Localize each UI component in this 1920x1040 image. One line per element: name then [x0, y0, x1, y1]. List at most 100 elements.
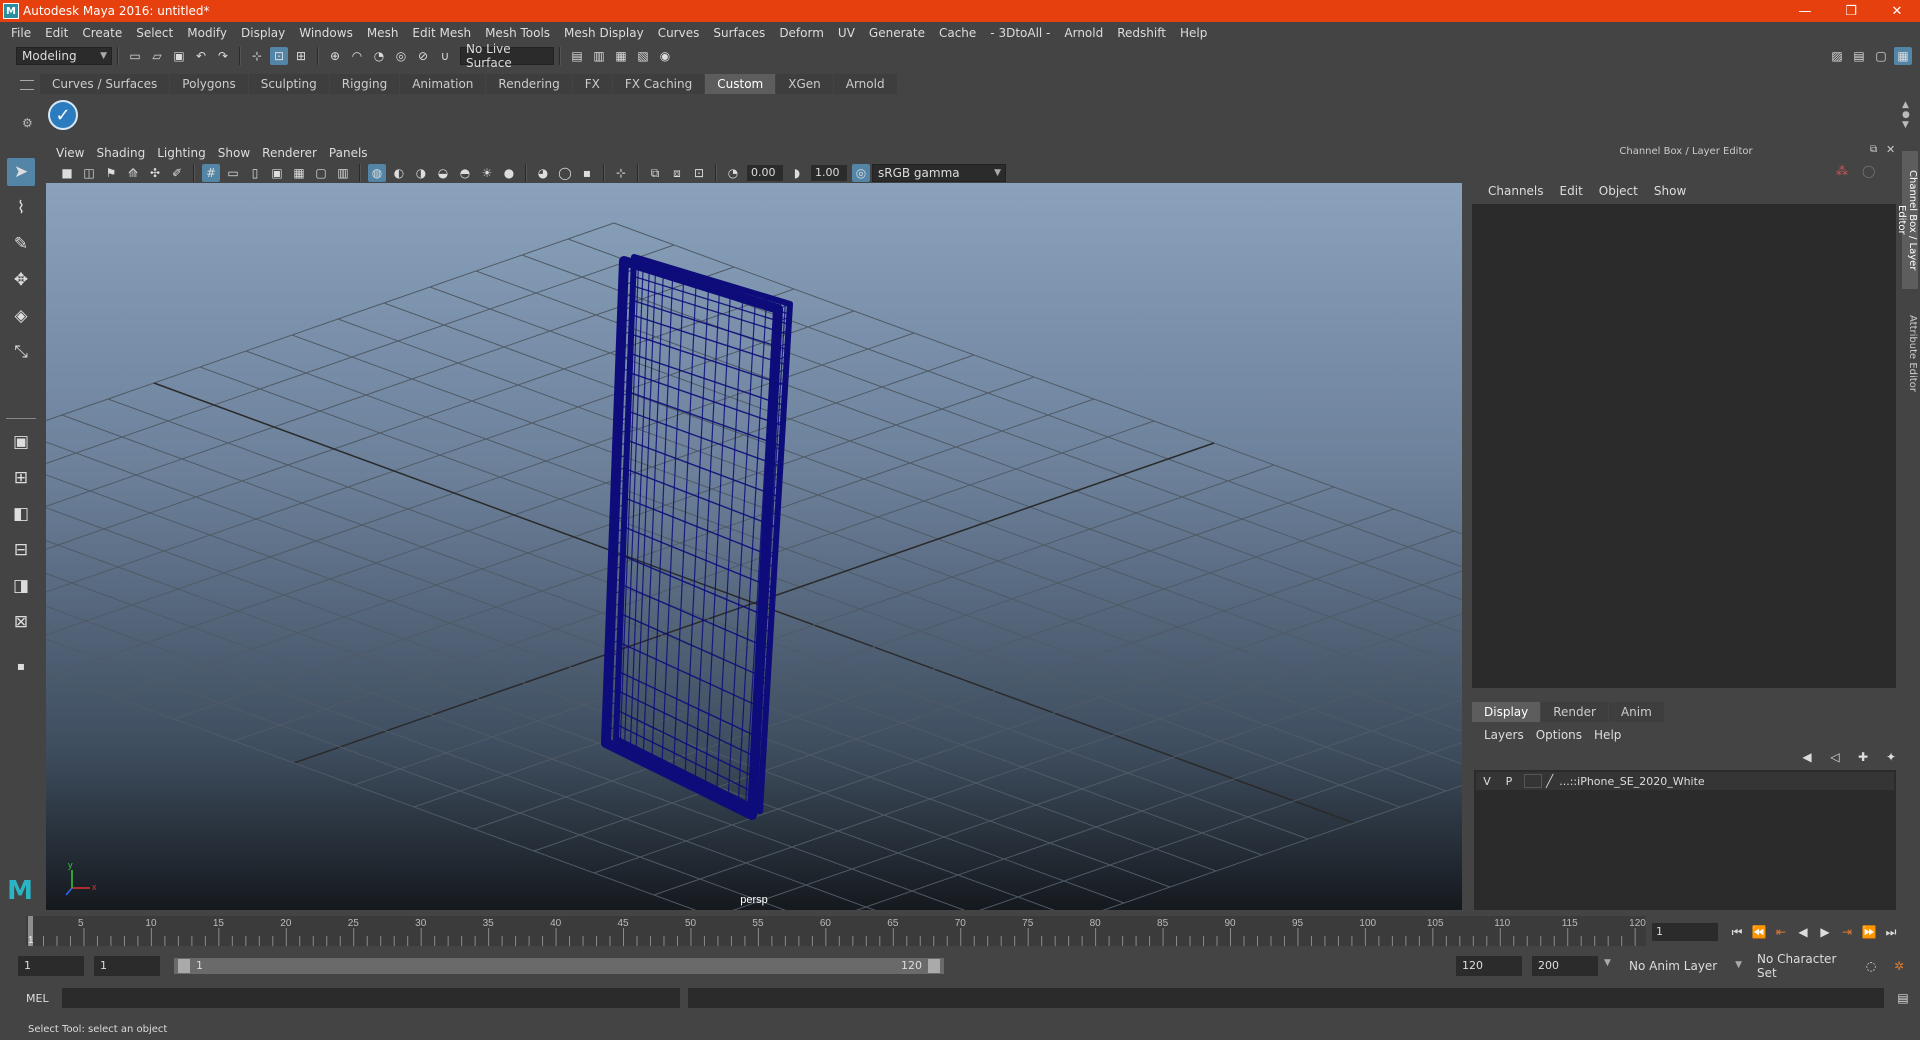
menu-windows[interactable]: Windows: [292, 26, 360, 40]
channel-menu-object[interactable]: Object: [1591, 184, 1646, 198]
animation-start-field[interactable]: 1: [18, 956, 84, 976]
grid-toggle-icon[interactable]: #: [202, 164, 220, 182]
layer-menu-help[interactable]: Help: [1588, 728, 1627, 742]
wireframe-icon[interactable]: ◍: [368, 164, 386, 182]
panel-menu-lighting[interactable]: Lighting: [151, 146, 212, 160]
current-frame-field[interactable]: 1: [1652, 923, 1718, 941]
channel-menu-show[interactable]: Show: [1646, 184, 1694, 198]
playback-end-field[interactable]: 120: [1456, 956, 1522, 976]
step-forward-key-icon[interactable]: ⏩: [1858, 925, 1880, 939]
menu-deform[interactable]: Deform: [772, 26, 831, 40]
ambient-occlusion-icon[interactable]: ●: [500, 164, 518, 182]
shelf-tab-custom[interactable]: Custom: [705, 74, 776, 94]
menu-select[interactable]: Select: [129, 26, 180, 40]
hypershade-icon[interactable]: ◉: [656, 47, 674, 65]
menu-help[interactable]: Help: [1173, 26, 1214, 40]
layer-tab-anim[interactable]: Anim: [1608, 702, 1664, 722]
play-forward-icon[interactable]: ▶: [1814, 925, 1836, 939]
two-d-pan-icon[interactable]: ✣: [146, 164, 164, 182]
render-frame-icon[interactable]: ▥: [590, 47, 608, 65]
ipr-render-icon[interactable]: ▦: [612, 47, 630, 65]
camera-attributes-icon[interactable]: ◫: [80, 164, 98, 182]
menu-redshift[interactable]: Redshift: [1110, 26, 1173, 40]
snap-curve-icon[interactable]: ◠: [348, 47, 366, 65]
minimize-button[interactable]: —: [1782, 0, 1828, 22]
shelf-tab-curves-surfaces[interactable]: Curves / Surfaces: [40, 74, 170, 94]
live-surface-field[interactable]: No Live Surface: [460, 42, 554, 70]
gate-mask-icon[interactable]: ▣: [268, 164, 286, 182]
layer-color-swatch[interactable]: [1524, 774, 1542, 788]
persp-graph-icon[interactable]: ⊟: [7, 536, 35, 564]
auto-key-icon[interactable]: ◌: [1862, 957, 1880, 975]
go-to-start-icon[interactable]: ⏮: [1726, 925, 1748, 940]
layer-tab-render[interactable]: Render: [1541, 702, 1608, 722]
render-view-icon[interactable]: ▤: [568, 47, 586, 65]
shelf-tab-animation[interactable]: Animation: [400, 74, 486, 94]
custom-shelf-button[interactable]: ✓: [48, 100, 78, 130]
close-panel-icon[interactable]: ✕: [1886, 143, 1895, 156]
menu-surfaces[interactable]: Surfaces: [706, 26, 772, 40]
exposure-field[interactable]: 0.00: [747, 165, 783, 181]
menu-curves[interactable]: Curves: [651, 26, 707, 40]
channel-menu-edit[interactable]: Edit: [1552, 184, 1591, 198]
channel-key-icon[interactable]: ⁂: [1836, 164, 1848, 178]
iphone-wireframe-mesh[interactable]: [601, 254, 793, 820]
layer-playback-toggle[interactable]: P: [1498, 775, 1520, 788]
xray-components-icon[interactable]: ⊡: [690, 164, 708, 182]
isolate-select-icon[interactable]: ⊹: [612, 164, 630, 182]
play-backward-icon[interactable]: ◀: [1792, 925, 1814, 939]
channel-box-body[interactable]: [1472, 204, 1896, 688]
safe-action-icon[interactable]: ▢: [312, 164, 330, 182]
menu-3dtoall[interactable]: - 3DtoAll -: [983, 26, 1057, 40]
menu-mesh[interactable]: Mesh: [360, 26, 406, 40]
tab-channel-box[interactable]: Channel Box / Layer Editor: [1896, 151, 1918, 289]
menu-edit[interactable]: Edit: [38, 26, 75, 40]
character-set-dropdown[interactable]: No Character Set: [1752, 952, 1862, 980]
wireframe-on-shaded-icon[interactable]: ◑: [412, 164, 430, 182]
layer-tab-display[interactable]: Display: [1472, 702, 1541, 722]
shelf-tab-fx-caching[interactable]: FX Caching: [612, 74, 705, 94]
layer-visibility-toggle[interactable]: V: [1476, 775, 1498, 788]
textured-icon[interactable]: ◒: [434, 164, 452, 182]
film-gate-icon[interactable]: ▭: [224, 164, 242, 182]
persp-outliner-icon[interactable]: ◧: [7, 500, 35, 528]
layer-menu-options[interactable]: Options: [1530, 728, 1588, 742]
preferences-icon[interactable]: ✲: [1890, 957, 1908, 975]
panel-menu-renderer[interactable]: Renderer: [256, 146, 323, 160]
move-tool-icon[interactable]: ✥: [7, 266, 35, 294]
layout-icon[interactable]: ▤: [1850, 47, 1868, 65]
shelf-tab-polygons[interactable]: Polygons: [170, 74, 248, 94]
redo-icon[interactable]: ↷: [214, 47, 232, 65]
xray-joints-icon[interactable]: ⧈: [668, 164, 686, 182]
select-hierarchy-icon[interactable]: ⊹: [248, 47, 266, 65]
four-view-icon[interactable]: ⊞: [7, 464, 35, 492]
persp-hypershade-icon[interactable]: ◨: [7, 572, 35, 600]
channel-settings-icon[interactable]: ◯: [1862, 164, 1875, 178]
xray-icon[interactable]: ⧉: [646, 164, 664, 182]
perspective-viewport[interactable]: x y persp: [46, 183, 1462, 910]
move-layer-up-icon[interactable]: ◀: [1798, 748, 1816, 766]
float-panel-icon[interactable]: ⧉: [1870, 144, 1877, 155]
use-all-lights-icon[interactable]: ◓: [456, 164, 474, 182]
resolution-gate-icon[interactable]: ▯: [246, 164, 264, 182]
menu-display[interactable]: Display: [234, 26, 292, 40]
go-to-end-icon[interactable]: ⏭: [1880, 925, 1902, 940]
shelf-tab-rigging[interactable]: Rigging: [329, 74, 400, 94]
shelf-tab-xgen[interactable]: XGen: [776, 74, 833, 94]
menu-cache[interactable]: Cache: [932, 26, 983, 40]
channel-menu-channels[interactable]: Channels: [1480, 184, 1552, 198]
more-layouts-icon[interactable]: ▪: [7, 652, 35, 680]
range-end-handle[interactable]: [928, 959, 940, 973]
snap-grid-icon[interactable]: ⊕: [326, 47, 344, 65]
move-layer-down-icon[interactable]: ◁: [1826, 748, 1844, 766]
panel-layout-icon[interactable]: ▢: [1872, 47, 1890, 65]
select-tool-icon[interactable]: ➤: [7, 158, 35, 186]
motion-blur-icon[interactable]: ◕: [534, 164, 552, 182]
toggle-channel-box-icon[interactable]: ▦: [1894, 47, 1912, 65]
time-slider[interactable]: 5 10 15 20 25 30 35 40 45 50 55 60 65 70 75 80 85 90 95 100…: [26, 916, 1646, 946]
menu-file[interactable]: File: [4, 26, 38, 40]
new-layer-selected-icon[interactable]: ✦: [1882, 748, 1900, 766]
panel-menu-panels[interactable]: Panels: [323, 146, 374, 160]
paint-select-tool-icon[interactable]: ✎: [7, 230, 35, 258]
open-scene-icon[interactable]: ▱: [148, 47, 166, 65]
